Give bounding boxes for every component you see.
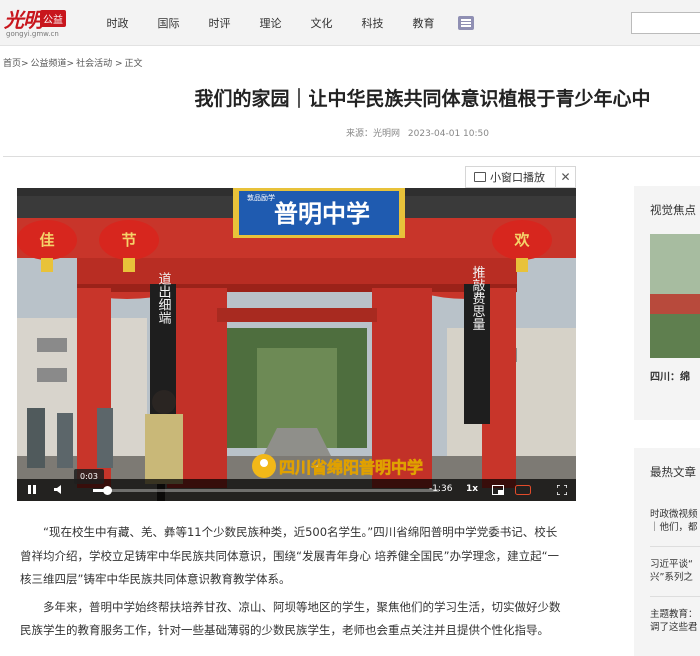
sidebar-focus-title: 视觉焦点 bbox=[650, 203, 696, 217]
nav-item-culture[interactable]: 文化 bbox=[296, 15, 347, 31]
breadcrumb-home[interactable]: 首页> bbox=[3, 56, 29, 69]
volume-icon[interactable] bbox=[53, 484, 65, 495]
mini-window-play-button[interactable]: 小窗口播放 ✕ bbox=[465, 166, 576, 188]
time-tooltip: 0:03 bbox=[74, 469, 104, 484]
sidebar-latest-item-line: 时政微视频 bbox=[650, 509, 698, 520]
breadcrumb-current: 正文 bbox=[124, 59, 143, 69]
article-meta: 来源：光明网 2023-04-01 10:50 bbox=[346, 126, 494, 139]
nav-item-technology[interactable]: 科技 bbox=[347, 15, 398, 31]
article-body: “现在校生中有藏、羌、彝等11个少数民族种类，近500名学生。”四川省绵阳普明中… bbox=[20, 521, 564, 643]
video-location-caption: 四川省绵阳普明中学 bbox=[279, 458, 423, 477]
sidebar-latest-item[interactable]: 习近平谈“ 兴”系列之 bbox=[650, 558, 700, 584]
logo-domain: gongyi.gmw.cn bbox=[6, 30, 59, 38]
sidebar-visual-focus: 视觉焦点 四川：绵 bbox=[634, 186, 700, 420]
playback-speed[interactable]: 1x bbox=[466, 484, 478, 494]
sidebar-latest-item-line: ｜他们，都 bbox=[650, 522, 698, 533]
progress-handle[interactable] bbox=[102, 486, 112, 495]
sidebar-focus-image[interactable] bbox=[650, 234, 700, 358]
title-divider bbox=[3, 156, 700, 157]
sidebar-latest-item[interactable]: 时政微视频 ｜他们，都 bbox=[650, 508, 700, 534]
video-plaque-text: 普明中学 bbox=[274, 199, 370, 228]
top-navigation-bar: 光明 公益 gongyi.gmw.cn 时政 国际 时评 理论 文化 科技 教育 bbox=[0, 0, 700, 46]
sidebar-separator bbox=[650, 596, 700, 597]
video-couplet-right: 推敲费思量 bbox=[470, 266, 486, 331]
breadcrumb-section[interactable]: 社会活动 > bbox=[76, 56, 122, 69]
tv-icon bbox=[474, 172, 486, 182]
search-input[interactable] bbox=[631, 12, 700, 34]
article-source: 来源：光明网 bbox=[346, 129, 401, 139]
article-paragraph-2: 多年来，普明中学始终帮扶培养甘孜、凉山、阿坝等地区的学生，聚焦他们的学习生活，切… bbox=[20, 599, 561, 638]
site-logo[interactable]: 光明 公益 gongyi.gmw.cn bbox=[4, 4, 74, 42]
nav-item-theory[interactable]: 理论 bbox=[245, 15, 296, 31]
logo-wordmark: 光明 bbox=[4, 8, 43, 32]
video-couplet-left: 道出细端 bbox=[156, 272, 172, 324]
mini-window-label: 小窗口播放 bbox=[490, 171, 545, 184]
nav-item-international[interactable]: 国际 bbox=[143, 15, 194, 31]
menu-icon[interactable] bbox=[458, 16, 474, 30]
picture-in-picture-icon[interactable] bbox=[492, 485, 504, 495]
article-date: 2023-04-01 10:50 bbox=[407, 129, 489, 139]
sidebar-focus-caption[interactable]: 四川：绵 bbox=[650, 368, 690, 383]
remaining-time: -1:36 bbox=[429, 484, 453, 494]
logo-badge: 公益 bbox=[40, 10, 66, 27]
nav-item-education[interactable]: 教育 bbox=[398, 15, 449, 31]
video-lantern-text-2: 节 bbox=[121, 231, 136, 249]
sidebar-latest-item-line: 调了这些君 bbox=[650, 622, 698, 633]
article-title: 我们的家园｜让中华民族共同体意识植根于青少年心中 bbox=[194, 88, 651, 110]
sidebar-latest-item-line: 主题教育： bbox=[650, 609, 698, 620]
sidebar-latest: 最热文章 时政微视频 ｜他们，都 习近平谈“ 兴”系列之 主题教育： 调了这些君 bbox=[634, 448, 700, 656]
article-paragraph-1: “现在校生中有藏、羌、彝等11个少数民族种类，近500名学生。”四川省绵阳普明中… bbox=[20, 525, 560, 586]
video-lantern-text-1: 佳 bbox=[39, 231, 54, 249]
progress-bar[interactable] bbox=[93, 486, 439, 495]
main-nav: 时政 国际 时评 理论 文化 科技 教育 bbox=[92, 0, 449, 46]
sidebar-latest-title: 最热文章 bbox=[650, 465, 696, 479]
video-player[interactable]: 普明中学 敦品励学 佳 节 欢 道出细端 推敲费思量 四川省绵阳普明中学 -1:… bbox=[17, 188, 576, 501]
video-lantern-text-3: 欢 bbox=[513, 231, 530, 249]
video-plaque-side-text: 敦品励学 bbox=[247, 193, 275, 202]
sidebar-separator bbox=[650, 546, 700, 547]
close-icon[interactable]: ✕ bbox=[555, 167, 575, 187]
web-fullscreen-icon[interactable] bbox=[515, 485, 531, 495]
nav-item-commentary[interactable]: 时评 bbox=[194, 15, 245, 31]
sidebar-latest-item-line: 习近平谈“ bbox=[650, 559, 693, 570]
fullscreen-icon[interactable] bbox=[557, 485, 567, 495]
video-frame: 普明中学 敦品励学 佳 节 欢 道出细端 推敲费思量 四川省绵阳普明中学 bbox=[17, 188, 576, 501]
sidebar-latest-item-line: 兴”系列之 bbox=[650, 572, 693, 583]
pause-icon[interactable] bbox=[27, 484, 37, 495]
sidebar-latest-item[interactable]: 主题教育： 调了这些君 bbox=[650, 608, 700, 634]
breadcrumb-channel[interactable]: 公益频道> bbox=[31, 56, 75, 69]
breadcrumb: 首页> 公益频道> 社会活动 > 正文 bbox=[3, 56, 145, 69]
nav-item-politics[interactable]: 时政 bbox=[92, 15, 143, 31]
